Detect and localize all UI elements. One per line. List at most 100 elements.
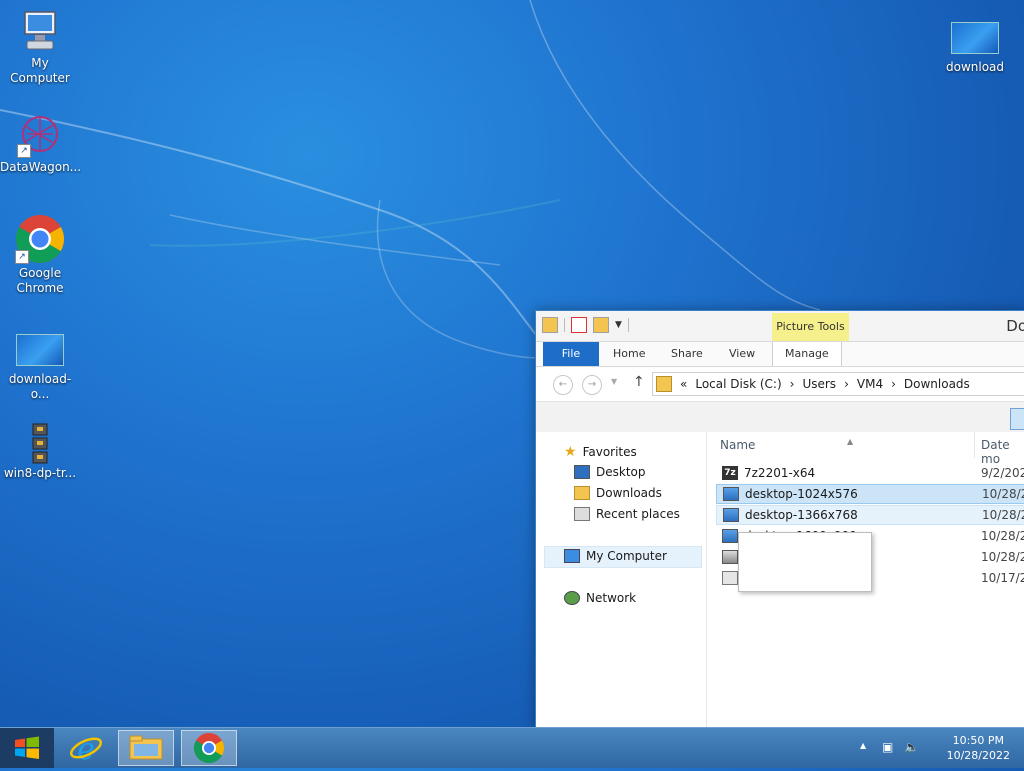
file-date: 9/2/2022 <box>981 466 1024 480</box>
breadcrumb-vm4[interactable]: VM4 <box>857 377 883 391</box>
nav-item-desktop[interactable]: Desktop <box>574 465 646 479</box>
window-titlebar[interactable]: ▼ Picture Tools Do <box>536 311 1024 342</box>
tab-view[interactable]: View <box>729 342 755 366</box>
divider <box>627 318 629 332</box>
picture-tools-context-tab: Picture Tools <box>772 313 849 341</box>
taskbar-google-chrome[interactable] <box>181 730 237 766</box>
quick-access-toolbar: ▼ <box>542 317 629 333</box>
image-file-icon <box>723 487 739 501</box>
window-title: Do <box>1006 317 1024 335</box>
speaker-icon[interactable]: 🔈 <box>904 740 919 754</box>
nav-item-label: My Computer <box>586 549 667 563</box>
nav-item-label: Downloads <box>596 486 662 500</box>
file-row-hover[interactable]: desktop-1366x768 10/28/20 <box>716 505 1024 525</box>
column-header-date[interactable]: Date mo <box>981 438 1024 466</box>
file-explorer-window[interactable]: ▼ Picture Tools Do File Home Share View … <box>535 310 1024 732</box>
desktop-icon-google-chrome[interactable]: ↗ Google Chrome <box>0 214 80 296</box>
breadcrumb-separator: › <box>844 377 849 391</box>
image-file-icon <box>722 529 738 543</box>
chrome-icon <box>193 733 225 764</box>
7zip-archive-icon: 7z <box>722 466 738 480</box>
address-row: ← → ▼ ↑ « Local Disk (C:) › Users › VM4 … <box>536 367 1024 402</box>
setup-installer-icon <box>722 550 738 564</box>
svg-text:e: e <box>77 732 95 766</box>
file-date: 10/28/20 <box>981 529 1024 543</box>
ribbon-tabs: File Home Share View Manage <box>536 342 1024 367</box>
breadcrumb-overflow[interactable]: « <box>680 377 687 391</box>
taskbar-internet-explorer[interactable]: e <box>58 730 114 767</box>
image-thumbnail-icon <box>16 334 64 366</box>
column-header-name[interactable]: Name ▲ <box>720 437 853 452</box>
forward-button[interactable]: → <box>582 375 602 395</box>
nav-item-my-computer[interactable]: My Computer <box>564 549 667 563</box>
file-name: desktop-1024x576 <box>745 487 858 501</box>
nav-item-recent-places[interactable]: Recent places <box>574 507 680 521</box>
desktop-icon-download-o[interactable]: download-o... <box>0 334 80 402</box>
clock[interactable]: 10:50 PM 10/28/2022 <box>947 733 1010 763</box>
breadcrumb-downloads[interactable]: Downloads <box>904 377 970 391</box>
new-folder-icon[interactable] <box>593 317 609 333</box>
recent-locations-chevron-icon[interactable]: ▼ <box>611 377 617 386</box>
tab-manage[interactable]: Manage <box>772 342 842 366</box>
image-thumbnail-icon <box>951 22 999 54</box>
breadcrumb-users[interactable]: Users <box>802 377 836 391</box>
folder-icon[interactable] <box>542 317 558 333</box>
show-hidden-icons-icon[interactable]: ▲ <box>860 741 866 750</box>
network-icon <box>564 591 580 605</box>
desktop-icon-label: DataWagon... <box>0 160 82 174</box>
breadcrumb-separator: › <box>789 377 795 391</box>
command-bar <box>536 402 1024 435</box>
chevron-down-icon[interactable]: ▼ <box>615 320 622 330</box>
desktop-icon-download[interactable]: download <box>935 22 1015 75</box>
tab-file[interactable]: File <box>543 342 599 366</box>
recent-places-icon <box>574 507 590 521</box>
nav-item-favorites[interactable]: ★ Favorites <box>564 444 637 460</box>
desktop-icon-datawagon[interactable]: ↗ DataWagon... <box>0 112 82 175</box>
file-row[interactable]: 7z 7z2201-x64 9/2/2022 <box>716 463 1024 483</box>
computer-icon <box>564 549 580 563</box>
folder-icon <box>129 735 163 760</box>
shortcut-arrow-icon: ↗ <box>17 144 31 158</box>
breadcrumb-separator: › <box>891 377 896 391</box>
file-date: 10/28/20 <box>982 487 1024 501</box>
taskbar: e ▲ ▣ 🔈 10:50 PM 10/28/2022 <box>0 727 1024 768</box>
file-name: desktop-1366x768 <box>745 508 858 522</box>
file-row-selected[interactable]: desktop-1024x576 10/28/20 <box>716 484 1024 504</box>
system-tray: ▲ ▣ 🔈 10:50 PM 10/28/2022 <box>854 728 1024 768</box>
back-button[interactable]: ← <box>553 375 573 395</box>
datawagon-icon: ↗ <box>17 112 63 158</box>
file-date: 10/28/20 <box>981 550 1024 564</box>
breadcrumb-local-disk[interactable]: Local Disk (C:) <box>695 377 781 391</box>
nav-item-downloads[interactable]: Downloads <box>574 486 662 500</box>
start-button[interactable] <box>0 728 54 768</box>
clock-time: 10:50 PM <box>952 734 1004 747</box>
nav-item-label: Network <box>586 591 637 605</box>
tab-share[interactable]: Share <box>671 342 703 366</box>
navigation-pane: ★ Favorites Desktop Downloads Recent pla… <box>536 432 707 731</box>
star-icon: ★ <box>564 444 577 460</box>
nav-item-label: Favorites <box>582 445 637 459</box>
desktop-icon-label: win8-dp-tr... <box>3 466 77 480</box>
up-button[interactable]: ↑ <box>633 374 645 390</box>
chrome-icon: ↗ <box>15 214 65 264</box>
address-bar[interactable]: « Local Disk (C:) › Users › VM4 › Downlo… <box>652 372 1024 396</box>
sort-ascending-icon: ▲ <box>847 437 854 446</box>
view-toggle-button[interactable] <box>1010 408 1024 430</box>
nav-item-network[interactable]: Network <box>564 591 636 605</box>
computer-icon <box>17 8 63 54</box>
file-date: 10/17/20 <box>981 571 1024 585</box>
executable-file-icon <box>722 571 738 585</box>
desktop-icon <box>574 465 590 479</box>
desktop-icon-win8-dp-tr[interactable]: win8-dp-tr... <box>0 422 80 481</box>
column-divider[interactable] <box>974 432 975 458</box>
internet-explorer-icon: e <box>69 732 103 767</box>
desktop-icon-label: download-o... <box>8 372 72 401</box>
network-status-icon[interactable]: ▣ <box>882 740 893 754</box>
taskbar-file-explorer[interactable] <box>118 730 174 766</box>
image-file-icon <box>723 508 739 522</box>
divider <box>564 318 565 332</box>
desktop-icon-my-computer[interactable]: My Computer <box>0 8 80 86</box>
tab-home[interactable]: Home <box>613 342 645 366</box>
properties-icon[interactable] <box>571 317 587 333</box>
clock-date: 10/28/2022 <box>946 749 1010 762</box>
